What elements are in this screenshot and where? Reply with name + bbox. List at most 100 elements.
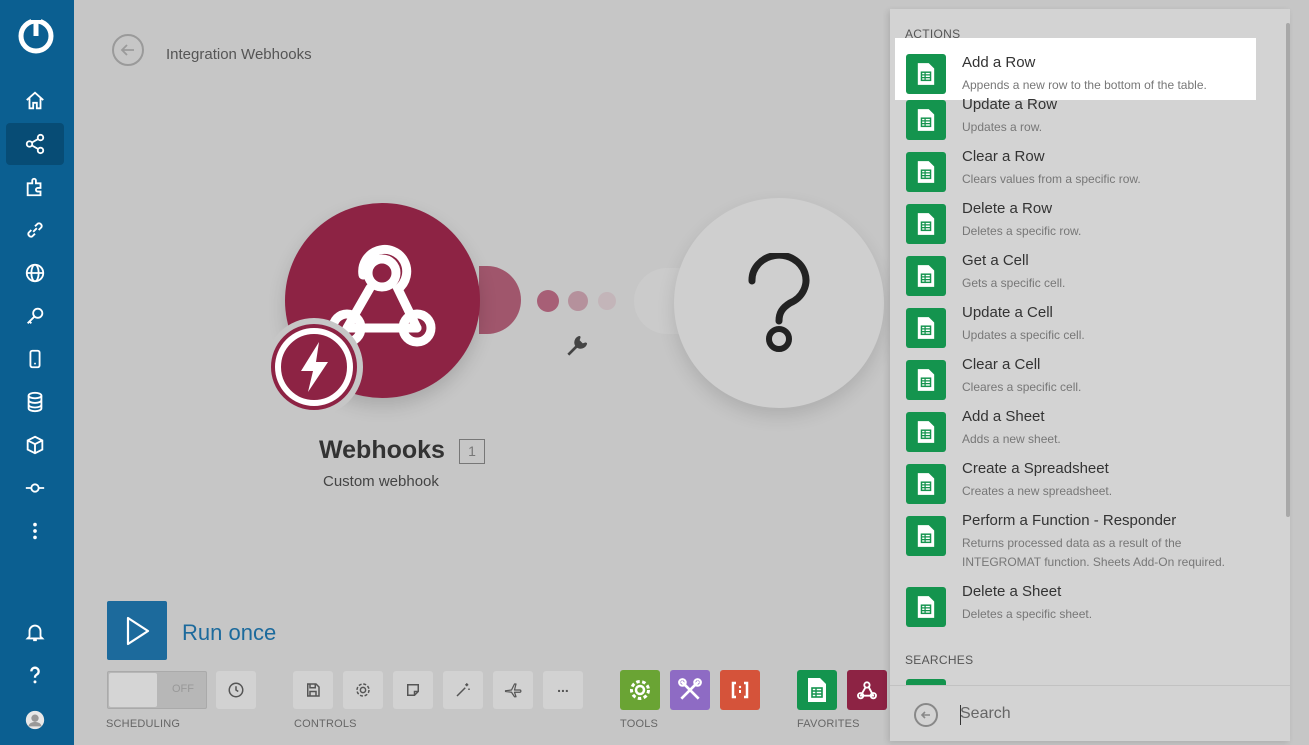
action-description: Updates a specific cell.: [962, 328, 1085, 342]
gear-icon: [630, 680, 650, 700]
globe-icon: [25, 263, 45, 283]
sheets-icon: [906, 360, 946, 400]
arrow-left-icon: [120, 44, 134, 56]
action-title: Add a Row: [962, 54, 1036, 71]
sidebar-item-structures[interactable]: [6, 424, 64, 466]
action-item[interactable]: Update a Row Updates a row.: [895, 90, 1256, 142]
scenario-settings-button[interactable]: [343, 671, 383, 709]
action-item[interactable]: Get a Cell Gets a specific cell.: [895, 246, 1256, 298]
auto-align-button[interactable]: [443, 671, 483, 709]
sidebar-item-help[interactable]: [6, 654, 64, 696]
help-icon: [30, 666, 40, 684]
module-name: Webhooks: [319, 436, 445, 464]
more-icon: [33, 522, 37, 540]
section-label-scheduling: SCHEDULING: [106, 718, 181, 730]
action-description: Creates a new spreadsheet.: [962, 484, 1113, 498]
action-title: Perform a Function - Responder: [962, 512, 1177, 529]
save-button[interactable]: [293, 671, 333, 709]
action-description: Adds a new sheet.: [962, 432, 1061, 446]
sidebar-item-flow[interactable]: [6, 467, 64, 509]
sheets-icon: [906, 256, 946, 296]
sheets-icon: [906, 308, 946, 348]
action-item[interactable]: Delete a Row Deletes a specific row.: [895, 194, 1256, 246]
home-icon: [26, 91, 44, 110]
arrow-left-icon: [920, 711, 930, 719]
search-bar: [890, 685, 1290, 741]
more-controls-button[interactable]: ...: [543, 671, 583, 709]
run-once-label[interactable]: Run once: [182, 620, 276, 646]
sheets-icon: [906, 587, 946, 627]
logo-icon[interactable]: [16, 16, 56, 56]
favorite-webhooks-button[interactable]: [847, 670, 887, 710]
sidebar-item-templates[interactable]: [6, 166, 64, 208]
connector-dot: [598, 292, 616, 310]
sidebar-item-webhooks[interactable]: [6, 252, 64, 294]
placeholder-module[interactable]: [674, 198, 884, 408]
action-description: Clears values from a specific row.: [962, 172, 1141, 186]
sidebar-item-notifications[interactable]: [6, 611, 64, 653]
action-description: Gets a specific cell.: [962, 276, 1066, 290]
note-icon: [407, 684, 419, 696]
section-label-controls: CONTROLS: [294, 718, 357, 730]
more-label: ...: [557, 679, 569, 695]
sidebar-item-keys[interactable]: [6, 295, 64, 337]
action-description: Deletes a specific sheet.: [962, 607, 1093, 621]
lightning-icon: [275, 328, 353, 406]
phone-icon: [29, 349, 41, 369]
brackets-icon: [731, 681, 749, 699]
sidebar-item-more[interactable]: [6, 510, 64, 552]
share-icon: [25, 133, 45, 155]
action-item[interactable]: Delete a Sheet Deletes a specific sheet.: [895, 577, 1256, 629]
notes-button[interactable]: [393, 671, 433, 709]
action-item[interactable]: Perform a Function - Responder Returns pr…: [895, 506, 1256, 577]
explain-flow-button[interactable]: [493, 671, 533, 709]
action-title: Delete a Row: [962, 200, 1053, 217]
bell-icon: [25, 624, 45, 642]
action-item[interactable]: Create a Spreadsheet Creates a new spread…: [895, 454, 1256, 506]
action-item[interactable]: Clear a Row Clears values from a specific…: [895, 142, 1256, 194]
database-icon: [27, 391, 43, 413]
action-title: Get a Cell: [962, 252, 1029, 269]
schedule-settings-button[interactable]: [216, 671, 256, 709]
search-input[interactable]: [960, 701, 1260, 727]
webhook-module-handle[interactable]: [479, 266, 521, 334]
action-description: Deletes a specific row.: [962, 224, 1082, 238]
action-title: Update a Row: [962, 96, 1058, 113]
scheduling-toggle[interactable]: OFF: [107, 671, 207, 709]
search-back-button[interactable]: [914, 703, 938, 727]
sheets-icon: [808, 678, 826, 702]
avatar-icon: [25, 710, 45, 730]
toggle-knob: [109, 673, 157, 707]
sheets-icon: [906, 412, 946, 452]
sidebar: [0, 0, 74, 745]
connector-dot: [568, 291, 588, 311]
sidebar-item-connections[interactable]: [6, 209, 64, 251]
action-title: Delete a Sheet: [962, 583, 1062, 600]
sheets-icon: [906, 54, 946, 94]
run-once-button[interactable]: [107, 601, 167, 660]
action-title: Clear a Cell: [962, 356, 1041, 373]
panel-scrollbar[interactable]: [1286, 23, 1290, 517]
sidebar-item-devices[interactable]: [6, 338, 64, 380]
instant-trigger-badge: [265, 318, 363, 416]
sidebar-item-home[interactable]: [6, 80, 64, 122]
action-item[interactable]: Add a Sheet Adds a new sheet.: [895, 402, 1256, 454]
airplane-icon: [504, 683, 522, 698]
route-settings-wrench-icon[interactable]: [564, 333, 590, 364]
play-icon: [126, 616, 150, 645]
save-icon: [307, 683, 320, 697]
tools-flow-control-button[interactable]: [620, 670, 660, 710]
tools-icon: [678, 678, 702, 700]
sidebar-item-datastores[interactable]: [6, 381, 64, 423]
avatar[interactable]: [6, 699, 64, 741]
tools-button[interactable]: [670, 670, 710, 710]
favorite-google-sheets-button[interactable]: [797, 670, 837, 710]
sidebar-item-scenarios[interactable]: [6, 123, 64, 165]
action-item[interactable]: Update a Cell Updates a specific cell.: [895, 298, 1256, 350]
section-label-tools: TOOLS: [620, 718, 659, 730]
tools-json-button[interactable]: [720, 670, 760, 710]
action-item[interactable]: Clear a Cell Cleares a specific cell.: [895, 350, 1256, 402]
back-button[interactable]: [112, 34, 144, 66]
action-description: Returns processed data as a result of th…: [962, 536, 1226, 569]
clock-icon: [228, 682, 244, 698]
